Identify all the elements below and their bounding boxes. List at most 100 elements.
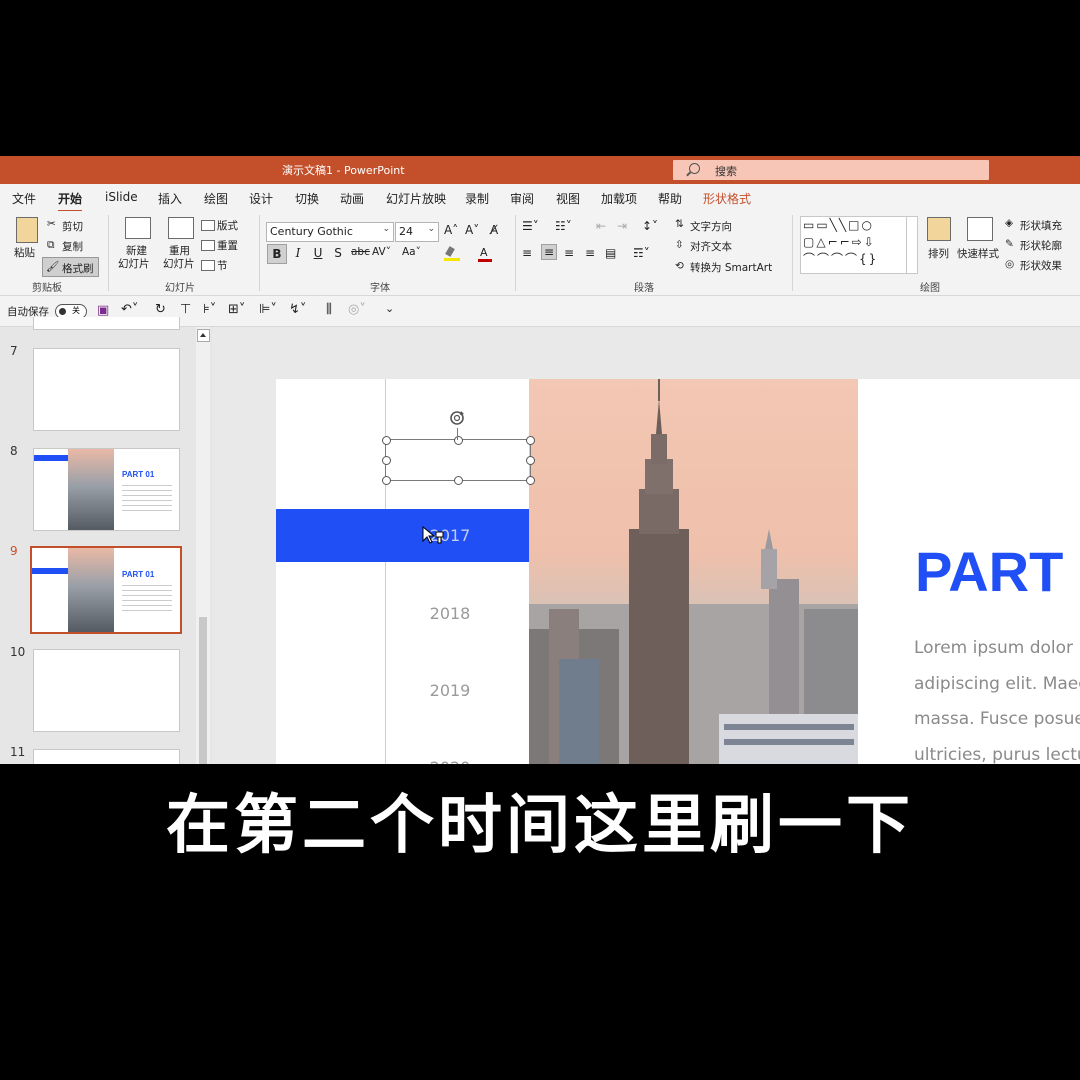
- shape-effects-button[interactable]: 形状效果: [1020, 258, 1062, 273]
- align-left-objects-icon[interactable]: ⊫˅: [259, 302, 277, 317]
- copy-button[interactable]: 复制: [62, 239, 83, 254]
- increase-indent-icon[interactable]: ⇥: [617, 219, 627, 233]
- new-slide-icon[interactable]: [125, 217, 151, 239]
- copy-icon[interactable]: ⧉: [47, 239, 55, 252]
- char-spacing-icon[interactable]: AV˅: [372, 246, 391, 258]
- body-text-line[interactable]: adipiscing elit. Maec: [914, 674, 1080, 694]
- resize-handle[interactable]: [382, 456, 391, 465]
- scroll-up-icon[interactable]: [197, 329, 210, 342]
- tab-draw[interactable]: 绘图: [204, 190, 228, 207]
- tab-review[interactable]: 审阅: [510, 190, 534, 207]
- align-center-icon[interactable]: ≡: [541, 244, 558, 260]
- smartart-icon[interactable]: ⟲: [675, 260, 684, 272]
- slide-thumbnail-11[interactable]: [33, 749, 180, 764]
- format-painter-button[interactable]: 🖌 格式刷: [42, 257, 99, 277]
- pin-icon[interactable]: ⊤: [180, 302, 191, 317]
- slide-thumbnail-6[interactable]: [33, 317, 180, 330]
- quick-styles-button[interactable]: 快速样式: [957, 246, 999, 261]
- bold-button[interactable]: B: [267, 244, 287, 264]
- slide-thumbnail-7[interactable]: [33, 348, 180, 431]
- tab-animations[interactable]: 动画: [340, 190, 364, 207]
- save-icon[interactable]: ▣: [97, 303, 109, 318]
- tab-file[interactable]: 文件: [12, 190, 36, 207]
- decrease-font-icon[interactable]: A˅: [465, 223, 479, 237]
- shape-fill-button[interactable]: 形状填充: [1020, 218, 1062, 233]
- paste-button[interactable]: 粘贴: [14, 245, 35, 260]
- justify-icon[interactable]: ≡: [585, 246, 595, 260]
- year-label[interactable]: 2019: [400, 681, 500, 700]
- line-spacing-icon[interactable]: ↕˅: [642, 219, 658, 233]
- body-text-line[interactable]: Lorem ipsum dolor: [914, 638, 1073, 658]
- shapes-gallery[interactable]: ▭▭╲╲□○ ▢△⌐⌐⇨⇩ ⌒⌒⌒⌒{}: [800, 216, 909, 274]
- distributed-icon[interactable]: ▤: [605, 246, 616, 260]
- tab-help[interactable]: 帮助: [658, 190, 682, 207]
- convert-smartart-button[interactable]: 转换为 SmartArt: [690, 260, 772, 275]
- new-slide-label-2[interactable]: 幻灯片: [118, 256, 150, 271]
- body-text-line[interactable]: massa. Fusce posue: [914, 709, 1080, 729]
- pen-icon[interactable]: ✎: [1005, 238, 1014, 250]
- decrease-indent-icon[interactable]: ⇤: [596, 219, 606, 233]
- effects-icon[interactable]: ◎: [1005, 258, 1014, 270]
- gallery-scroll[interactable]: [906, 216, 918, 274]
- columns-icon[interactable]: ☶˅: [633, 246, 650, 260]
- slide-thumbnail-8[interactable]: PART 01: [33, 448, 180, 531]
- resize-handle[interactable]: [526, 456, 535, 465]
- arrange-icon[interactable]: [927, 217, 951, 241]
- numbering-icon[interactable]: ☷˅: [555, 219, 572, 233]
- year-label[interactable]: 2017: [400, 526, 500, 545]
- tab-shape-format[interactable]: 形状格式: [703, 190, 751, 207]
- undo-icon[interactable]: ↶˅: [121, 302, 138, 317]
- tab-transitions[interactable]: 切换: [295, 190, 319, 207]
- clear-format-icon[interactable]: A̸: [490, 223, 498, 237]
- font-name-select[interactable]: Century Gothic ⌄: [266, 222, 394, 242]
- year-label[interactable]: 2018: [400, 604, 500, 623]
- align-text-button[interactable]: 对齐文本: [690, 239, 732, 254]
- section-icon[interactable]: [201, 260, 215, 271]
- reset-button[interactable]: 重置: [217, 238, 238, 253]
- cut-icon[interactable]: ✂: [47, 218, 56, 230]
- rotate-handle-icon[interactable]: [449, 410, 465, 426]
- italic-button[interactable]: I: [289, 244, 307, 262]
- rotate-icon[interactable]: ↯˅: [289, 302, 306, 317]
- resize-handle[interactable]: [526, 436, 535, 445]
- body-text-line[interactable]: ultricies, purus lectu: [914, 745, 1080, 764]
- text-direction-icon[interactable]: ⇅: [675, 218, 684, 230]
- strikethrough-icon[interactable]: abc: [351, 246, 370, 258]
- quick-styles-icon[interactable]: [967, 217, 993, 241]
- layout-icon[interactable]: [201, 220, 215, 231]
- align-left-icon[interactable]: ≡: [522, 246, 532, 260]
- cut-button[interactable]: 剪切: [62, 219, 83, 234]
- section-button[interactable]: 节: [217, 258, 228, 273]
- distribute-icon[interactable]: ⫼: [326, 302, 332, 317]
- resize-handle[interactable]: [454, 476, 463, 485]
- align-icon[interactable]: ⊧˅: [203, 302, 216, 317]
- resize-handle[interactable]: [382, 436, 391, 445]
- align-right-icon[interactable]: ≡: [564, 246, 574, 260]
- tab-slideshow[interactable]: 幻灯片放映: [386, 190, 446, 207]
- part-heading[interactable]: PART: [915, 539, 1063, 604]
- group-icon[interactable]: ⊞˅: [228, 302, 245, 317]
- resize-handle[interactable]: [454, 436, 463, 445]
- customize-qat-icon[interactable]: ⌄: [385, 302, 394, 315]
- reset-icon[interactable]: [201, 240, 215, 251]
- tab-record[interactable]: 录制: [465, 190, 489, 207]
- selected-textbox[interactable]: [382, 411, 535, 485]
- resize-handle[interactable]: [382, 476, 391, 485]
- shape-outline-button[interactable]: 形状轮廓: [1020, 238, 1062, 253]
- tab-home[interactable]: 开始: [58, 190, 83, 213]
- bullets-icon[interactable]: ☰˅: [522, 219, 539, 233]
- merge-shapes-icon[interactable]: ◎˅: [348, 302, 366, 317]
- font-color-icon[interactable]: A: [478, 246, 492, 262]
- tab-design[interactable]: 设计: [249, 190, 273, 207]
- tab-addins[interactable]: 加载项: [601, 190, 637, 207]
- thumbnail-scrollbar[interactable]: [196, 327, 210, 764]
- reuse-slides-icon[interactable]: [168, 217, 194, 239]
- slide-thumbnail-9[interactable]: PART 01: [30, 546, 182, 634]
- search-box[interactable]: 搜索: [673, 160, 989, 180]
- align-text-icon[interactable]: ⇳: [675, 239, 684, 251]
- shadow-button[interactable]: S: [329, 244, 347, 262]
- scroll-thumb[interactable]: [199, 617, 207, 764]
- current-slide[interactable]: 2017 2018 2019 2020: [276, 379, 1080, 764]
- increase-font-icon[interactable]: A˄: [444, 223, 458, 237]
- underline-button[interactable]: U: [309, 244, 327, 262]
